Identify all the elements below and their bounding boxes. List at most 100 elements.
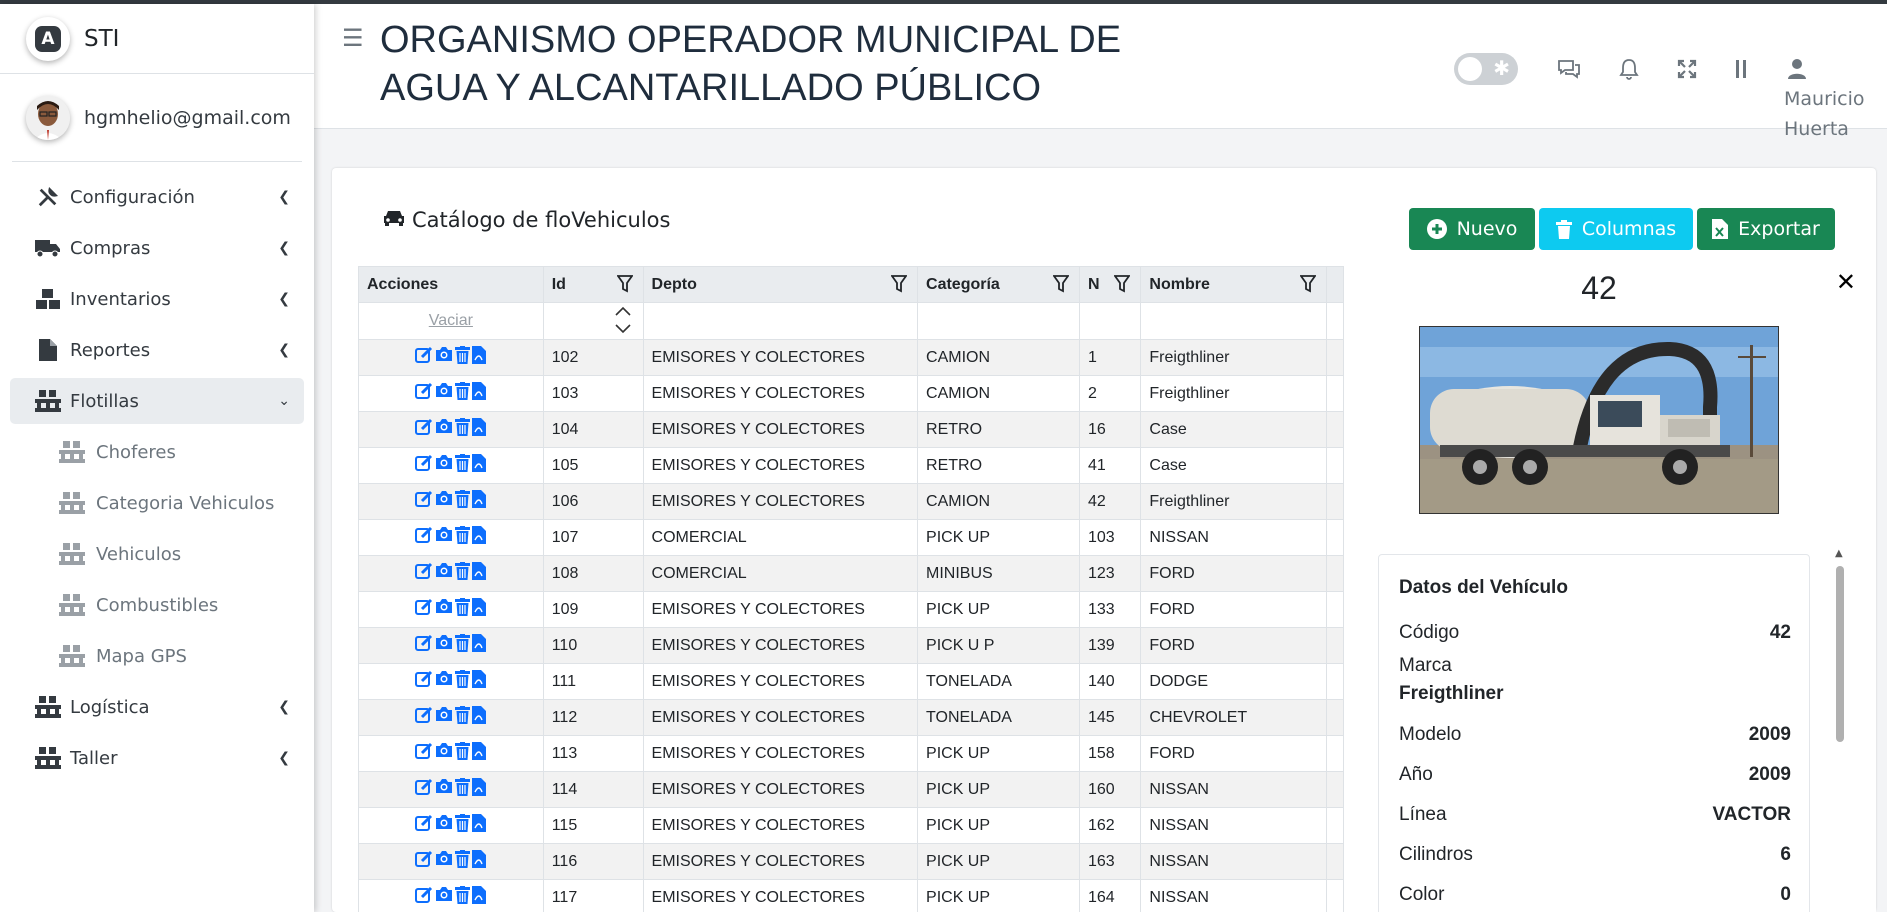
sort-control[interactable] bbox=[542, 302, 644, 340]
scroll-up-arrow-icon[interactable]: ▲ bbox=[1835, 548, 1843, 559]
camera-icon[interactable] bbox=[435, 634, 453, 657]
filter-cell-nombre[interactable] bbox=[1140, 302, 1327, 340]
pdf-icon[interactable] bbox=[472, 778, 487, 801]
brand[interactable]: A STI bbox=[0, 4, 314, 74]
camera-icon[interactable] bbox=[435, 670, 453, 693]
pdf-icon[interactable] bbox=[472, 886, 487, 909]
camera-icon[interactable] bbox=[435, 814, 453, 837]
trash-icon[interactable] bbox=[455, 382, 471, 405]
edit-icon[interactable] bbox=[415, 670, 433, 693]
trash-icon[interactable] bbox=[455, 490, 471, 513]
trash-icon[interactable] bbox=[455, 814, 471, 837]
table-row[interactable]: 107 COMERCIAL PICK UP 103 NISSAN bbox=[358, 519, 1344, 556]
edit-icon[interactable] bbox=[415, 814, 433, 837]
filter-cell-n[interactable] bbox=[1078, 302, 1142, 340]
edit-icon[interactable] bbox=[415, 598, 433, 621]
filter-icon[interactable] bbox=[1299, 275, 1317, 298]
pdf-icon[interactable] bbox=[472, 670, 487, 693]
trash-icon[interactable] bbox=[455, 886, 471, 909]
pdf-icon[interactable] bbox=[472, 598, 487, 621]
edit-icon[interactable] bbox=[415, 562, 433, 585]
filter-icon[interactable] bbox=[1052, 275, 1070, 298]
camera-icon[interactable] bbox=[435, 562, 453, 585]
sidebar-subitem-choferes[interactable]: Choferes bbox=[10, 429, 304, 475]
camera-icon[interactable] bbox=[435, 706, 453, 729]
sidebar-subitem-mapa-gps[interactable]: Mapa GPS bbox=[10, 633, 304, 679]
chat-icon[interactable] bbox=[1554, 54, 1584, 84]
table-row[interactable]: 104 EMISORES Y COLECTORES RETRO 16 Case bbox=[358, 411, 1344, 448]
filter-icon[interactable] bbox=[615, 275, 634, 298]
table-row[interactable]: 110 EMISORES Y COLECTORES PICK U P 139 FORD bbox=[358, 627, 1344, 664]
hamburger-menu-icon[interactable]: ☰ bbox=[342, 24, 364, 52]
edit-icon[interactable] bbox=[415, 490, 433, 513]
table-row[interactable]: 109 EMISORES Y COLECTORES PICK UP 133 FORD bbox=[358, 591, 1344, 628]
trash-icon[interactable] bbox=[455, 562, 471, 585]
camera-icon[interactable] bbox=[435, 778, 453, 801]
trash-icon[interactable] bbox=[455, 670, 471, 693]
trash-icon[interactable] bbox=[455, 634, 471, 657]
export-button[interactable]: Exportar bbox=[1697, 208, 1835, 250]
camera-icon[interactable] bbox=[435, 742, 453, 765]
edit-icon[interactable] bbox=[415, 634, 433, 657]
edit-icon[interactable] bbox=[415, 418, 433, 441]
trash-icon[interactable] bbox=[455, 346, 471, 369]
table-row[interactable]: 111 EMISORES Y COLECTORES TONELADA 140 DODGE bbox=[358, 663, 1344, 700]
camera-icon[interactable] bbox=[435, 418, 453, 441]
columns-icon[interactable] bbox=[1726, 54, 1756, 84]
pdf-icon[interactable] bbox=[472, 562, 487, 585]
chevron-down-icon[interactable] bbox=[614, 321, 632, 339]
camera-icon[interactable] bbox=[435, 598, 453, 621]
column-header-n[interactable]: N bbox=[1078, 266, 1142, 303]
table-row[interactable]: 113 EMISORES Y COLECTORES PICK UP 158 FORD bbox=[358, 735, 1344, 772]
edit-icon[interactable] bbox=[415, 346, 433, 369]
new-button[interactable]: Nuevo bbox=[1409, 208, 1535, 250]
pdf-icon[interactable] bbox=[472, 346, 487, 369]
fullscreen-icon[interactable] bbox=[1672, 54, 1702, 84]
table-row[interactable]: 112 EMISORES Y COLECTORES TONELADA 145 CHEVR… bbox=[358, 699, 1344, 736]
camera-icon[interactable] bbox=[435, 454, 453, 477]
user-name[interactable]: Mauricio Huerta bbox=[1784, 84, 1865, 144]
table-row[interactable]: 103 EMISORES Y COLECTORES CAMION 2 Freigthli… bbox=[358, 375, 1344, 412]
sidebar-item-configuracion[interactable]: Configuración ❮ bbox=[10, 174, 304, 220]
sidebar-item-reportes[interactable]: Reportes ❮ bbox=[10, 327, 304, 373]
camera-icon[interactable] bbox=[435, 886, 453, 909]
trash-icon[interactable] bbox=[455, 598, 471, 621]
table-row[interactable]: 106 EMISORES Y COLECTORES CAMION 42 Freigthl… bbox=[358, 483, 1344, 520]
sidebar-item-compras[interactable]: Compras ❮ bbox=[10, 225, 304, 271]
pdf-icon[interactable] bbox=[472, 706, 487, 729]
table-row[interactable]: 102 EMISORES Y COLECTORES CAMION 1 Freigthli… bbox=[358, 339, 1344, 376]
clear-filters-link[interactable]: Vaciar bbox=[358, 302, 544, 340]
sidebar-subitem-vehiculos[interactable]: Vehiculos bbox=[10, 531, 304, 577]
camera-icon[interactable] bbox=[435, 346, 453, 369]
table-row[interactable]: 115 EMISORES Y COLECTORES PICK UP 162 NISSAN bbox=[358, 807, 1344, 844]
sidebar-item-taller[interactable]: Taller ❮ bbox=[10, 735, 304, 781]
trash-icon[interactable] bbox=[455, 742, 471, 765]
detail-scrollbar[interactable]: ▲ bbox=[1834, 548, 1844, 912]
edit-icon[interactable] bbox=[415, 706, 433, 729]
trash-icon[interactable] bbox=[455, 418, 471, 441]
table-row[interactable]: 108 COMERCIAL MINIBUS 123 FORD bbox=[358, 555, 1344, 592]
sidebar-item-logistica[interactable]: Logística ❮ bbox=[10, 684, 304, 730]
column-header-id[interactable]: Id bbox=[542, 266, 644, 303]
sidebar-subitem-categoria-vehiculos[interactable]: Categoria Vehiculos bbox=[10, 480, 304, 526]
vehicle-photo[interactable] bbox=[1419, 326, 1779, 514]
pdf-icon[interactable] bbox=[472, 526, 487, 549]
pdf-icon[interactable] bbox=[472, 634, 487, 657]
pdf-icon[interactable] bbox=[472, 814, 487, 837]
sidebar-item-inventarios[interactable]: Inventarios ❮ bbox=[10, 276, 304, 322]
trash-icon[interactable] bbox=[455, 850, 471, 873]
trash-icon[interactable] bbox=[455, 454, 471, 477]
pdf-icon[interactable] bbox=[472, 742, 487, 765]
bell-icon[interactable] bbox=[1614, 54, 1644, 84]
trash-icon[interactable] bbox=[455, 706, 471, 729]
filter-cell-depto[interactable] bbox=[642, 302, 919, 340]
camera-icon[interactable] bbox=[435, 382, 453, 405]
pdf-icon[interactable] bbox=[472, 382, 487, 405]
scrollbar-thumb[interactable] bbox=[1836, 566, 1844, 742]
column-header-nombre[interactable]: Nombre bbox=[1140, 266, 1327, 303]
edit-icon[interactable] bbox=[415, 742, 433, 765]
filter-icon[interactable] bbox=[890, 275, 908, 298]
columns-button[interactable]: Columnas bbox=[1539, 208, 1693, 250]
filter-cell-categoria[interactable] bbox=[917, 302, 1080, 340]
pdf-icon[interactable] bbox=[472, 418, 487, 441]
